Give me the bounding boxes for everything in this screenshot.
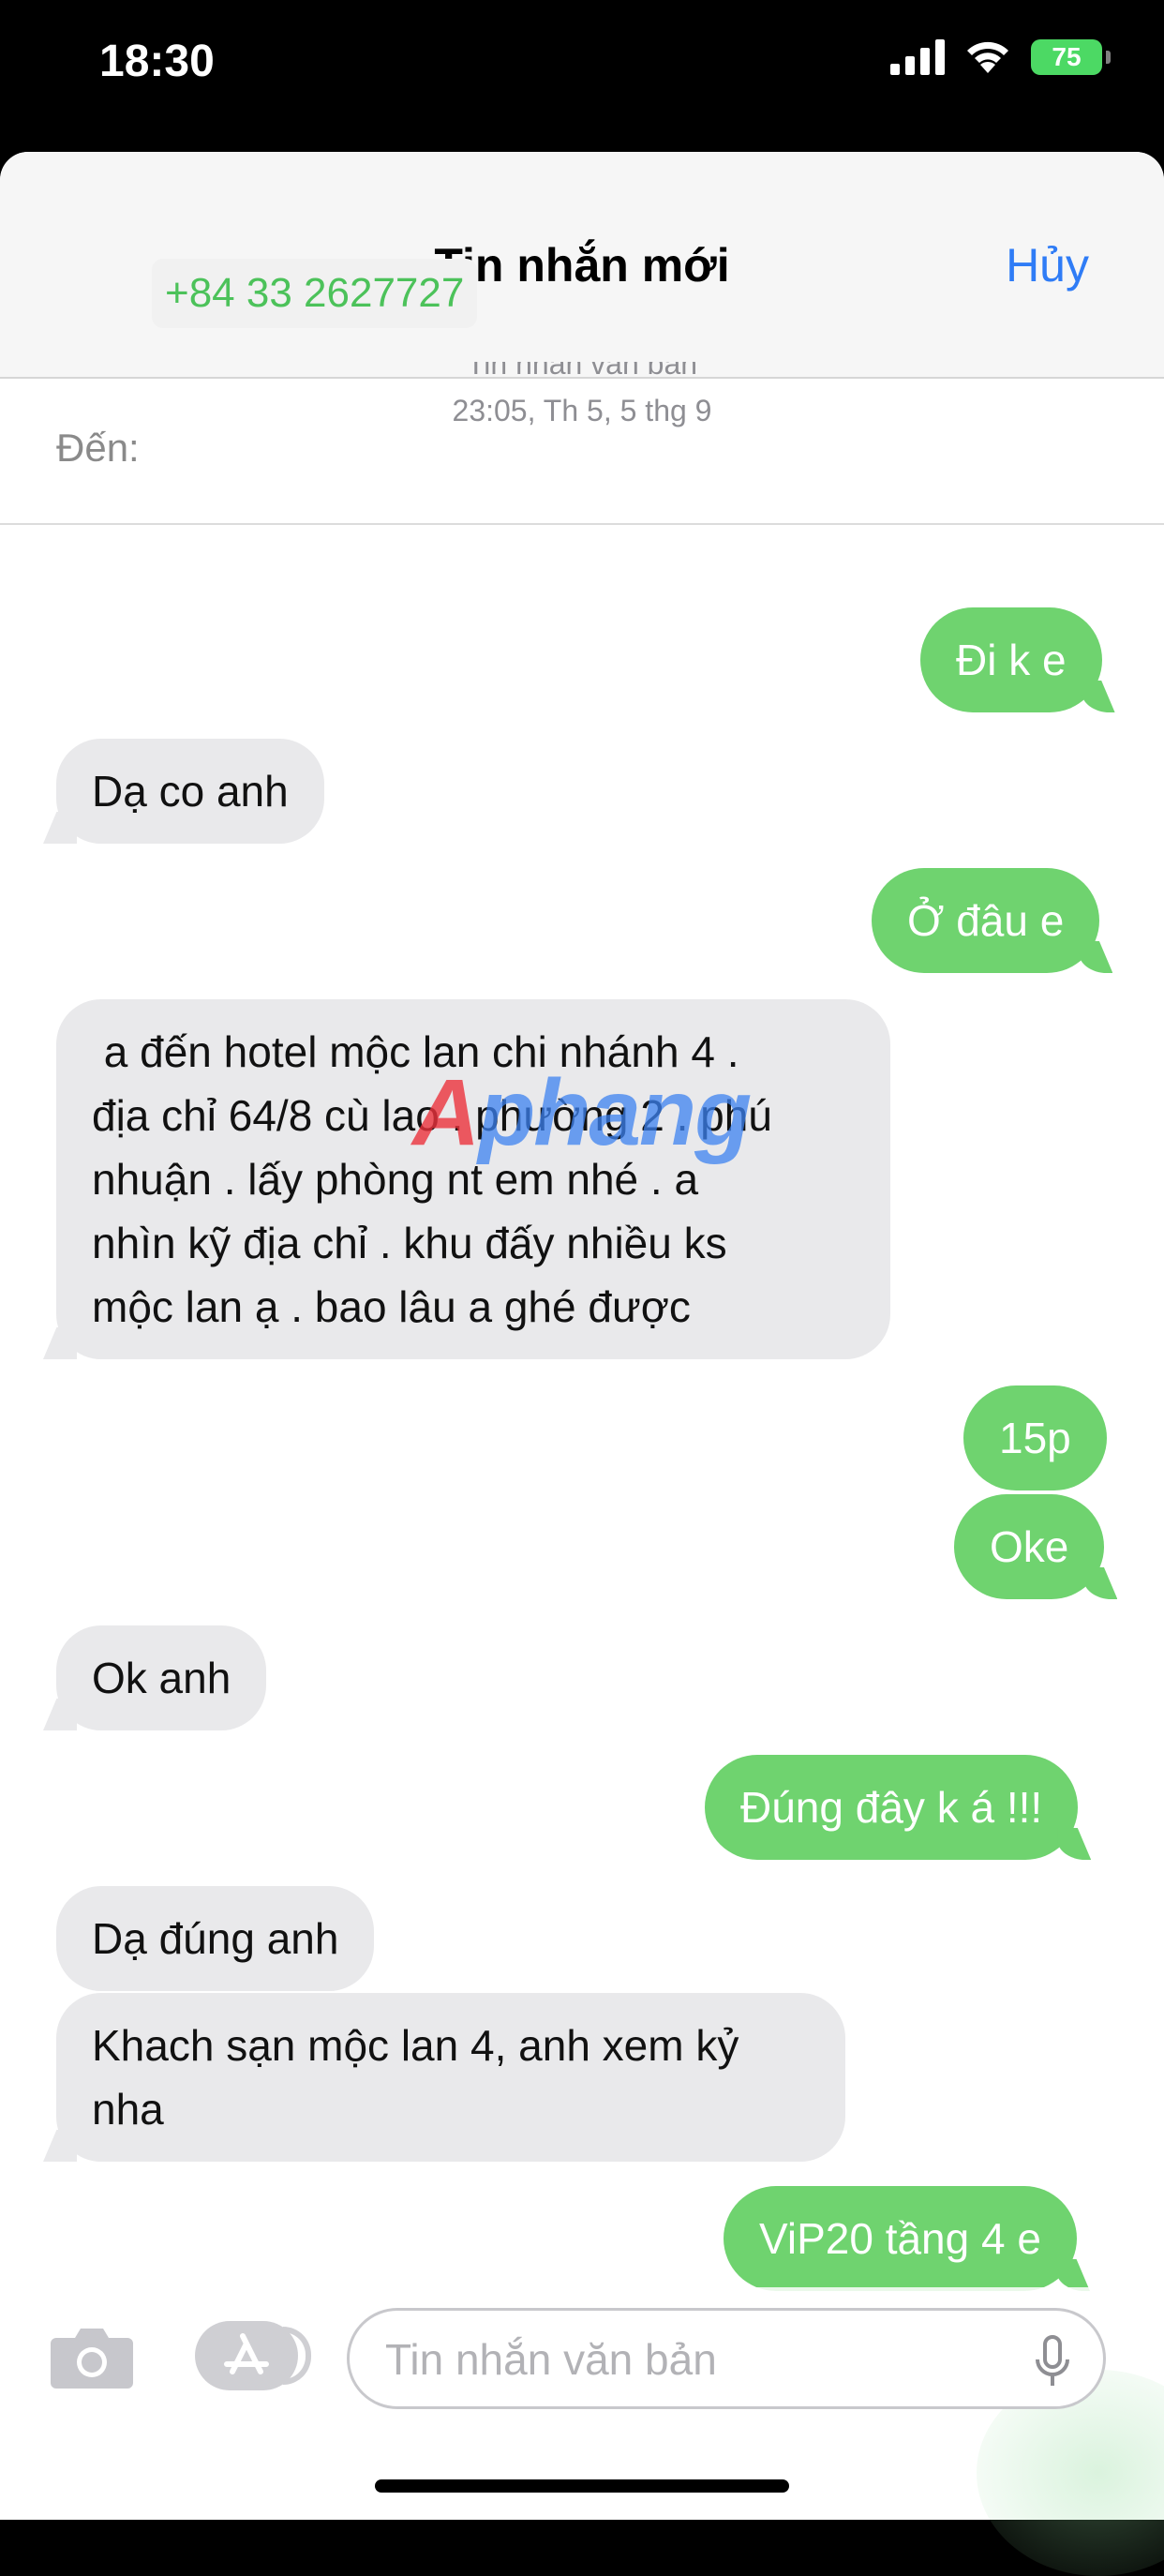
- watermark-letter: A: [412, 1060, 480, 1165]
- watermark-logo: Aphang: [412, 1059, 752, 1167]
- message-input[interactable]: [383, 2329, 987, 2389]
- message-timestamp: 23:05, Th 5, 5 thg 9: [452, 394, 712, 427]
- recipient-label: Đến:: [56, 426, 140, 470]
- status-bar: 18:30 75: [0, 0, 1164, 152]
- message-bubble-incoming[interactable]: a đến hotel mộc lan chi nhánh 4 . địa ch…: [56, 999, 890, 1359]
- message-bubble-outgoing[interactable]: Oke: [954, 1494, 1105, 1599]
- message-bubble-outgoing[interactable]: Đi k e: [920, 607, 1102, 712]
- signal-icon: [890, 39, 945, 75]
- cancel-button[interactable]: Hủy: [1006, 238, 1089, 292]
- battery-level: 75: [1052, 42, 1082, 71]
- microphone-icon[interactable]: [1034, 2335, 1071, 2389]
- message-bubble-outgoing[interactable]: 15p: [963, 1385, 1107, 1490]
- home-indicator[interactable]: [375, 2479, 789, 2493]
- message-bubble-incoming[interactable]: Ok anh: [56, 1625, 267, 1730]
- battery-icon: 75: [1031, 39, 1111, 75]
- watermark-word: phang: [478, 1060, 752, 1165]
- message-bubble-outgoing[interactable]: Đúng đây k á !!!: [705, 1755, 1079, 1860]
- message-bubble-incoming[interactable]: Khach sạn mộc lan 4, anh xem kỷ nha: [56, 1993, 845, 2162]
- message-bubble-incoming[interactable]: Dạ đúng anh: [56, 1886, 375, 1991]
- message-input-container[interactable]: [347, 2308, 1106, 2409]
- status-icons: 75: [890, 39, 1111, 75]
- wifi-icon: [967, 41, 1008, 73]
- app-store-icon[interactable]: [195, 2321, 311, 2390]
- message-bubble-outgoing[interactable]: Ở đâu e: [872, 868, 1100, 973]
- service-label: Tin nhắn văn bản: [0, 362, 1164, 384]
- status-time: 18:30: [99, 37, 215, 86]
- recipient-chip[interactable]: +84 33 2627727: [152, 259, 478, 328]
- app-store-glyph: [224, 2333, 269, 2374]
- camera-icon[interactable]: [49, 2323, 135, 2390]
- message-bubble-outgoing[interactable]: ViP20 tầng 4 e: [724, 2186, 1077, 2291]
- service-label-text: Tin nhắn văn bản: [466, 362, 698, 381]
- message-bubble-incoming[interactable]: Dạ co anh: [56, 739, 324, 844]
